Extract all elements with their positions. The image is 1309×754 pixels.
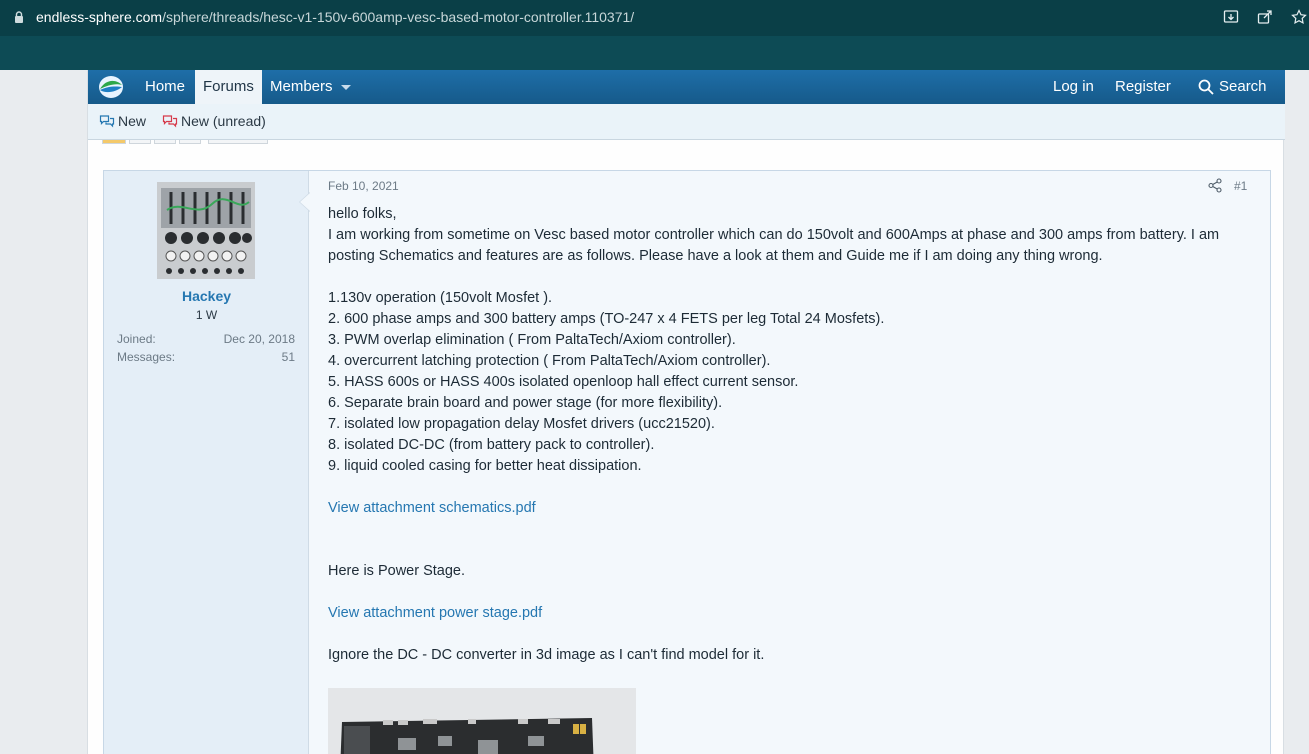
user-arrow <box>300 193 310 211</box>
page-jump-button[interactable] <box>208 140 268 144</box>
main-navigation: Home Forums Members Log in Register Sear… <box>88 70 1285 104</box>
new-posts-link[interactable]: New <box>99 113 146 129</box>
install-app-icon[interactable] <box>1221 6 1241 28</box>
post-article: Hackey 1 W Joined: Dec 20, 2018 Messages… <box>103 170 1271 754</box>
feature-item: 6. Separate brain board and power stage … <box>328 395 723 411</box>
feature-item: 9. liquid cooled casing for better heat … <box>328 458 642 474</box>
page-button[interactable] <box>102 140 126 144</box>
nav-tab-home[interactable]: Home <box>137 70 193 104</box>
post-number[interactable]: #1 <box>1234 179 1247 193</box>
browser-toolbar: endless-sphere.com/sphere/threads/hesc-v… <box>0 0 1309 70</box>
page-button[interactable] <box>154 140 176 144</box>
pagination <box>102 140 268 144</box>
feature-item: 4. overcurrent latching protection ( Fro… <box>328 353 771 369</box>
post-text-line: I am working from sometime on Vesc based… <box>328 227 1220 243</box>
feature-item: 2. 600 phase amps and 300 battery amps (… <box>328 311 885 327</box>
post-username[interactable]: Hackey <box>104 288 309 304</box>
attachment-link-schematics[interactable]: View attachment schematics.pdf <box>328 498 536 519</box>
new-posts-label: New <box>118 113 147 129</box>
nav-tab-members[interactable]: Members <box>262 70 359 104</box>
search-icon[interactable] <box>1198 79 1214 95</box>
avatar[interactable] <box>157 182 255 279</box>
address-bar[interactable]: endless-sphere.com/sphere/threads/hesc-v… <box>0 0 1309 36</box>
nav-tab-members-label: Members <box>270 78 333 95</box>
register-link[interactable]: Register <box>1115 70 1171 104</box>
pcb-render-graphic <box>328 688 636 754</box>
messages-value[interactable]: 51 <box>282 350 295 364</box>
post-text-line: hello folks, <box>328 206 397 222</box>
post-text-line: Here is Power Stage. <box>328 563 466 579</box>
feature-item: 7. isolated low propagation delay Mosfet… <box>328 416 715 432</box>
post-user-panel: Hackey 1 W Joined: Dec 20, 2018 Messages… <box>104 171 309 754</box>
share-icon[interactable] <box>1208 178 1222 193</box>
nav-tab-forums[interactable]: Forums <box>195 70 262 104</box>
login-link[interactable]: Log in <box>1053 70 1094 104</box>
search-link[interactable]: Search <box>1219 70 1267 104</box>
post-text-line: posting Schematics and features are as f… <box>328 248 1103 264</box>
sub-navigation: New New (unread) <box>88 104 1285 140</box>
lock-icon <box>15 11 23 23</box>
new-unread-link[interactable]: New (unread) <box>162 113 266 129</box>
url-text[interactable]: endless-sphere.com/sphere/threads/hesc-v… <box>36 9 634 25</box>
post-text-line: Ignore the DC - DC converter in 3d image… <box>328 647 765 663</box>
url-host: endless-sphere.com <box>36 9 163 25</box>
bookmark-star-icon[interactable] <box>1289 6 1309 28</box>
post-date[interactable]: Feb 10, 2021 <box>328 179 399 193</box>
attachment-link-power-stage[interactable]: View attachment power stage.pdf <box>328 603 542 624</box>
site-logo-icon[interactable] <box>98 75 124 99</box>
comments-icon <box>99 115 115 128</box>
page-button[interactable] <box>129 140 151 144</box>
share-page-icon[interactable] <box>1255 6 1275 28</box>
joined-label: Joined: <box>117 332 156 346</box>
feature-item: 8. isolated DC-DC (from battery pack to … <box>328 437 655 453</box>
feature-item: 5. HASS 600s or HASS 400s isolated openl… <box>328 374 799 390</box>
avatar-image <box>157 182 255 279</box>
feature-item: 1.130v operation (150volt Mosfet ). <box>328 290 553 306</box>
chevron-down-icon[interactable] <box>340 84 351 90</box>
post-main: Feb 10, 2021 #1 hello folks, I am workin… <box>328 171 1258 754</box>
pcb-render-image[interactable] <box>328 688 636 754</box>
messages-label: Messages: <box>117 350 176 364</box>
page-button[interactable] <box>179 140 201 144</box>
forum-container: Home Forums Members Log in Register Sear… <box>87 70 1285 754</box>
url-path: /sphere/threads/hesc-v1-150v-600amp-vesc… <box>162 9 635 25</box>
user-title: 1 W <box>195 308 218 322</box>
joined-value: Dec 20, 2018 <box>223 332 295 346</box>
feature-item: 3. PWM overlap elimination ( From PaltaT… <box>328 332 736 348</box>
new-unread-label: New (unread) <box>181 113 266 129</box>
nav-tab-forums-label: Forums <box>203 78 254 95</box>
comments-unread-icon <box>162 115 178 128</box>
